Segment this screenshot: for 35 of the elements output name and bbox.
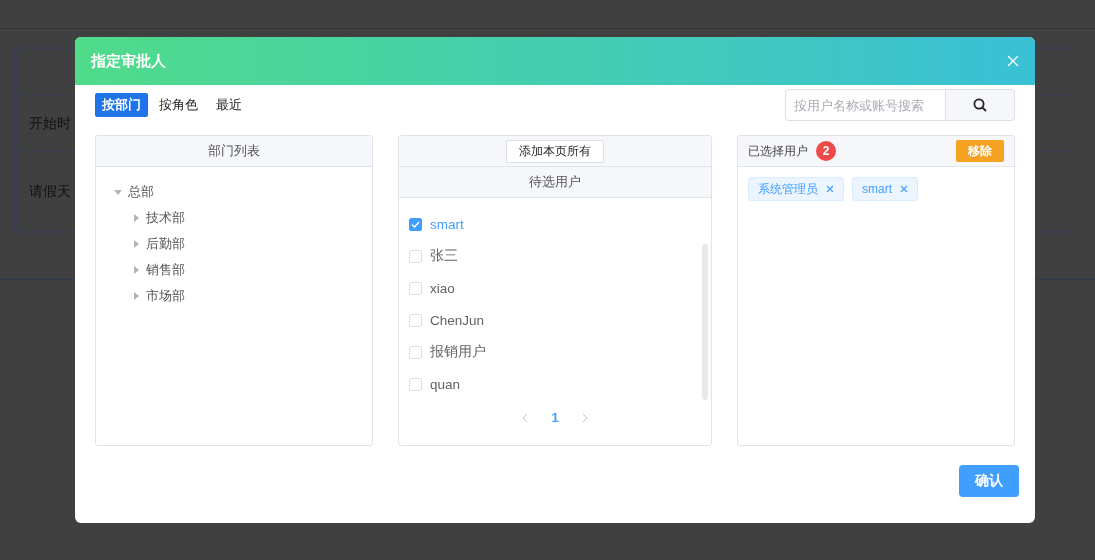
tree-node[interactable]: 销售部	[114, 257, 372, 283]
search-field[interactable]: 按用户名称或账号搜索	[785, 89, 945, 121]
prev-page-icon[interactable]	[521, 412, 530, 423]
user-option[interactable]: 报销用户	[409, 336, 701, 368]
close-icon[interactable]	[826, 185, 834, 193]
caret-icon	[132, 266, 140, 274]
panel-title: 待选用户	[399, 167, 711, 198]
tag-label: 系统管理员	[758, 180, 818, 198]
user-option[interactable]: quan	[409, 368, 701, 400]
tab[interactable]: 按部门	[95, 93, 148, 117]
tab[interactable]: 最近	[209, 93, 249, 117]
add-all-button[interactable]: 添加本页所有	[506, 139, 604, 163]
checkbox[interactable]	[409, 217, 422, 231]
search-button[interactable]	[945, 89, 1015, 121]
user-option[interactable]: ChenJun	[409, 304, 701, 336]
tree-node[interactable]: 总部	[114, 179, 372, 205]
tree-node[interactable]: 后勤部	[114, 231, 372, 257]
count-badge: 2	[816, 141, 836, 161]
tag-label: smart	[862, 182, 892, 196]
dialog-title: 指定审批人	[91, 51, 166, 71]
caret-icon	[132, 292, 140, 300]
search-icon	[973, 98, 987, 112]
panel-title: 已选择用户	[748, 142, 808, 160]
caret-icon	[114, 188, 122, 196]
next-page-icon[interactable]	[580, 412, 589, 423]
user-option[interactable]: xiao	[409, 272, 701, 304]
check-icon	[411, 220, 420, 228]
tab[interactable]: 按角色	[152, 93, 205, 117]
user-option[interactable]: 张三	[409, 240, 701, 272]
panel-title: 部门列表	[96, 136, 372, 167]
caret-icon	[132, 240, 140, 248]
close-icon[interactable]	[900, 185, 908, 193]
tree-node[interactable]: 市场部	[114, 283, 372, 309]
tree-node[interactable]: 技术部	[114, 205, 372, 231]
caret-icon	[132, 214, 140, 222]
